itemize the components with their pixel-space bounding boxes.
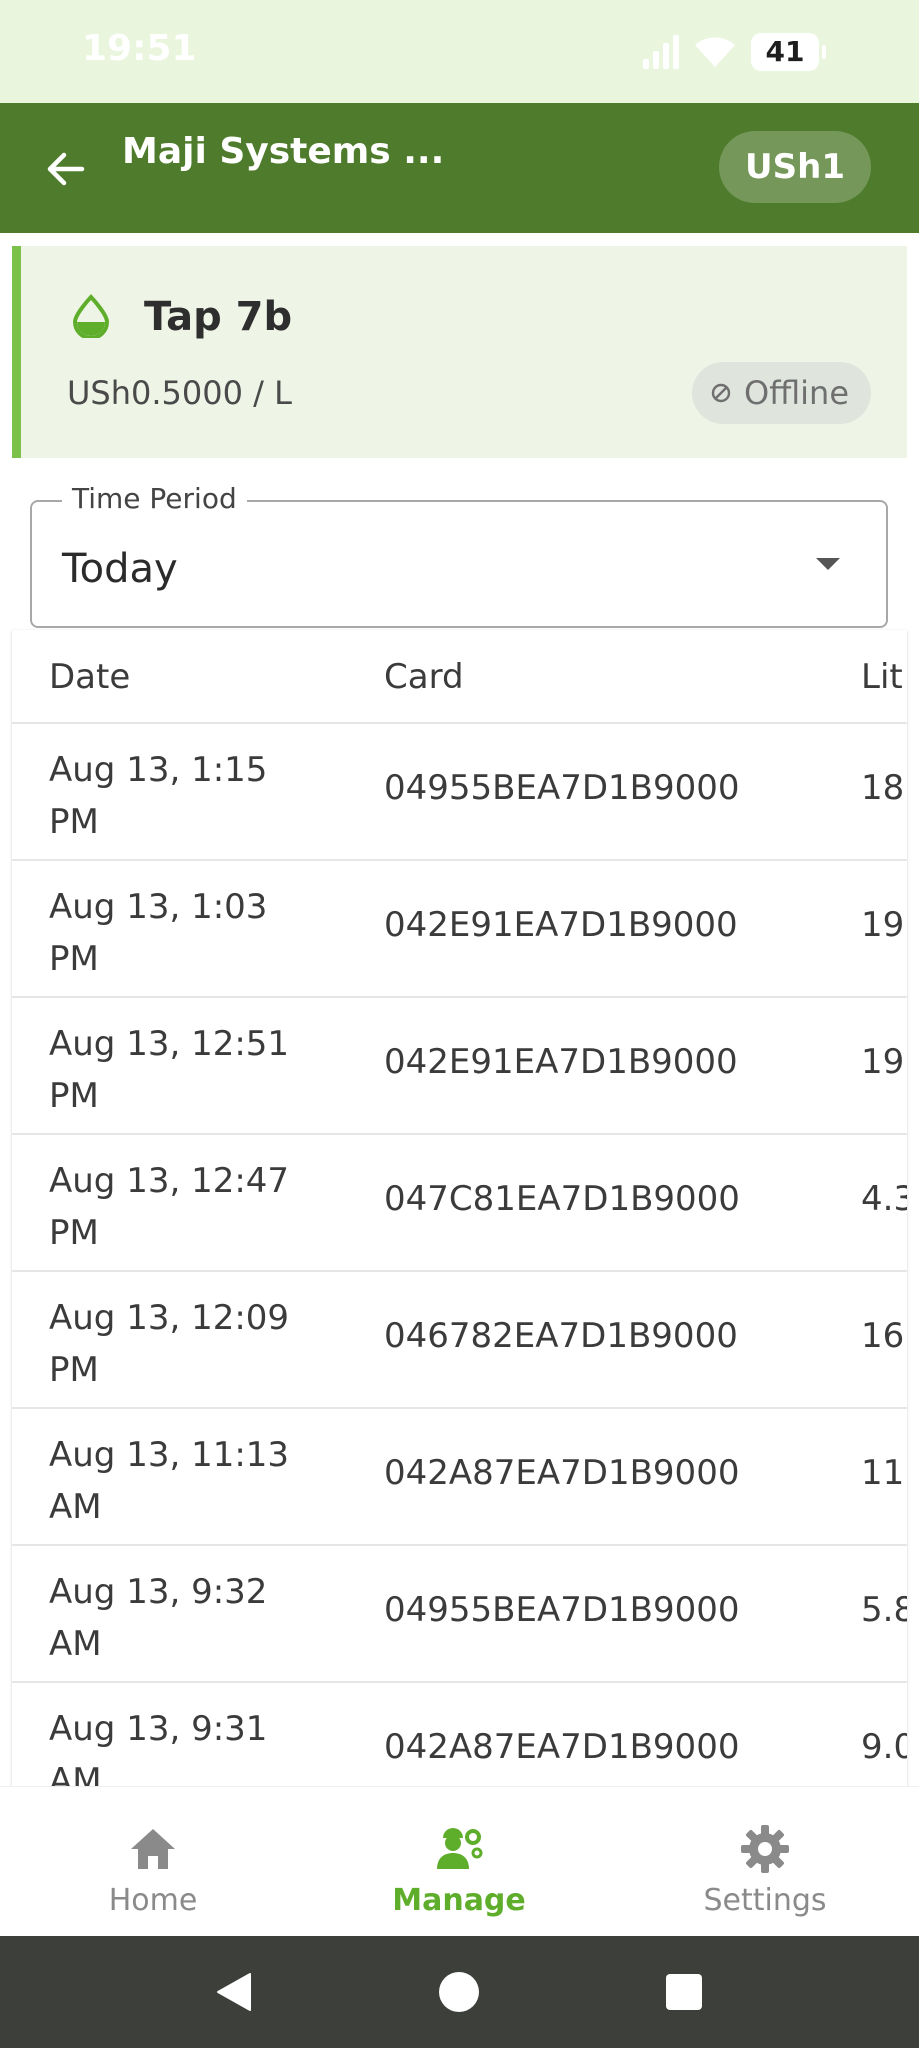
table-row[interactable]: Aug 13, 12:47 PM 047C81EA7D1B9000 4.3 bbox=[12, 1135, 907, 1272]
row-date: Aug 13, 12:09 PM bbox=[49, 1298, 290, 1390]
system-home-icon[interactable] bbox=[437, 1970, 481, 2014]
row-liters: 19 bbox=[861, 905, 905, 945]
row-date: Aug 13, 11:13 AM bbox=[49, 1435, 290, 1527]
row-liters: 5.8 bbox=[861, 1590, 907, 1630]
row-card: 04955BEA7D1B9000 bbox=[384, 1590, 740, 1630]
row-date: Aug 13, 12:51 PM bbox=[49, 1024, 290, 1116]
nav-item-home[interactable]: Home bbox=[0, 1787, 306, 1937]
time-period-select[interactable]: Time Period Today bbox=[30, 482, 888, 628]
row-date: Aug 13, 12:47 PM bbox=[49, 1161, 290, 1253]
time-period-value: Today bbox=[62, 546, 178, 592]
column-header-card: Card bbox=[384, 657, 464, 697]
row-card: 047C81EA7D1B9000 bbox=[384, 1179, 740, 1219]
dropdown-arrow-icon bbox=[816, 558, 840, 570]
battery-icon: 41 bbox=[751, 33, 826, 71]
transactions-table[interactable]: Date Card Lit Aug 13, 1:15 PM 04955BEA7D… bbox=[12, 630, 907, 1786]
nav-label-manage: Manage bbox=[392, 1883, 526, 1918]
table-row[interactable]: Aug 13, 1:15 PM 04955BEA7D1B9000 18 bbox=[12, 724, 907, 861]
column-header-date: Date bbox=[49, 657, 131, 697]
tap-name: Tap 7b bbox=[144, 294, 293, 340]
time-period-label: Time Period bbox=[62, 482, 247, 515]
nav-item-manage[interactable]: Manage bbox=[306, 1787, 612, 1937]
table-row[interactable]: Aug 13, 12:51 PM 042E91EA7D1B9000 19 bbox=[12, 998, 907, 1135]
table-row[interactable]: Aug 13, 9:31 AM 042A87EA7D1B9000 9.0 bbox=[12, 1683, 907, 1786]
table-row[interactable]: Aug 13, 12:09 PM 046782EA7D1B9000 16 bbox=[12, 1272, 907, 1409]
bottom-nav: Home Manage Settings bbox=[0, 1786, 919, 1937]
row-liters: 18 bbox=[861, 768, 905, 808]
system-nav-bar bbox=[0, 1936, 919, 2048]
table-row[interactable]: Aug 13, 9:32 AM 04955BEA7D1B9000 5.8 bbox=[12, 1546, 907, 1683]
water-drop-icon bbox=[72, 294, 110, 338]
row-liters: 16 bbox=[861, 1316, 905, 1356]
row-card: 04955BEA7D1B9000 bbox=[384, 768, 740, 808]
balance-badge[interactable]: USh1 bbox=[719, 131, 871, 203]
wifi-icon bbox=[695, 37, 735, 67]
status-badge: Offline bbox=[692, 362, 871, 424]
tap-price: USh0.5000 / L bbox=[67, 374, 292, 412]
manage-icon bbox=[437, 1828, 483, 1869]
status-badge-label: Offline bbox=[744, 374, 849, 412]
row-card: 042E91EA7D1B9000 bbox=[384, 905, 738, 945]
offline-icon bbox=[711, 383, 731, 403]
table-row[interactable]: Aug 13, 1:03 PM 042E91EA7D1B9000 19 bbox=[12, 861, 907, 998]
status-bar: 19:51 41 bbox=[0, 0, 919, 103]
home-icon bbox=[131, 1829, 175, 1869]
nav-label-settings: Settings bbox=[703, 1883, 827, 1918]
column-header-liters: Lit bbox=[861, 657, 903, 697]
row-card: 042A87EA7D1B9000 bbox=[384, 1453, 740, 1493]
row-liters: 19 bbox=[861, 1042, 905, 1082]
nav-label-home: Home bbox=[108, 1883, 198, 1918]
app-title: Maji Systems ... bbox=[122, 131, 445, 172]
status-icons: 41 bbox=[643, 30, 826, 74]
row-card: 042A87EA7D1B9000 bbox=[384, 1727, 740, 1767]
row-card: 042E91EA7D1B9000 bbox=[384, 1042, 738, 1082]
row-card: 046782EA7D1B9000 bbox=[384, 1316, 738, 1356]
row-liters: 4.3 bbox=[861, 1179, 907, 1219]
row-date: Aug 13, 9:31 AM bbox=[49, 1709, 268, 1786]
app-bar: Maji Systems ... USh1 bbox=[0, 103, 919, 233]
row-date: Aug 13, 1:15 PM bbox=[49, 750, 268, 842]
signal-icon bbox=[643, 35, 679, 69]
gear-icon bbox=[741, 1825, 789, 1873]
table-header: Date Card Lit bbox=[12, 630, 907, 724]
row-liters: 9.0 bbox=[861, 1727, 907, 1767]
tap-card: Tap 7b USh0.5000 / L Offline bbox=[12, 246, 907, 458]
system-back-icon[interactable] bbox=[212, 1970, 256, 2014]
row-date: Aug 13, 1:03 PM bbox=[49, 887, 268, 979]
back-arrow-icon[interactable] bbox=[38, 141, 94, 197]
row-liters: 11 bbox=[861, 1453, 905, 1493]
row-date: Aug 13, 9:32 AM bbox=[49, 1572, 268, 1664]
status-time: 19:51 bbox=[82, 28, 197, 69]
table-row[interactable]: Aug 13, 11:13 AM 042A87EA7D1B9000 11 bbox=[12, 1409, 907, 1546]
nav-item-settings[interactable]: Settings bbox=[612, 1787, 918, 1937]
system-recents-icon[interactable] bbox=[662, 1970, 706, 2014]
